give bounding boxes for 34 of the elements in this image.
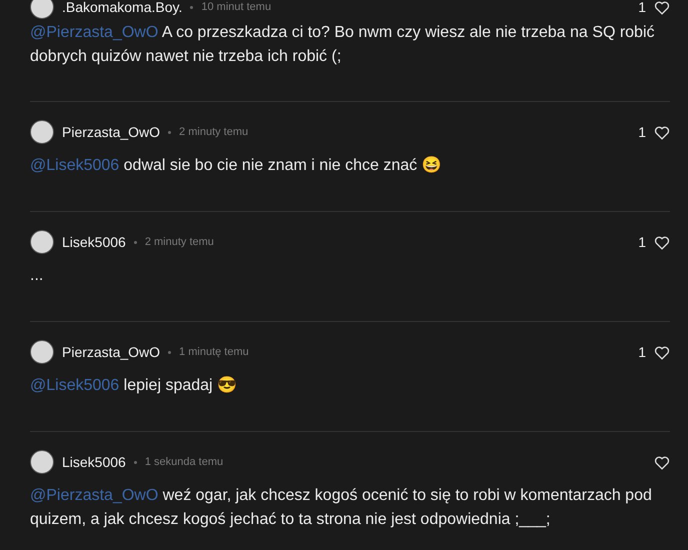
comment-text: @Pierzasta_OwO A co przeszkadza ci to? Bo nwm czy wiesz ale nie trzeba na SQ robić dobrych quizów nawet nie trzeba ich robić (; (30, 23, 656, 67)
author-name[interactable]: Pierzasta_OwO (62, 344, 160, 360)
heart-icon[interactable] (654, 454, 670, 470)
comment-time: 1 minutę temu (179, 346, 249, 358)
like-count: 1 (638, 344, 646, 360)
comment-text: ... (30, 266, 44, 286)
avatar[interactable] (30, 230, 54, 254)
heart-icon[interactable] (654, 0, 670, 14)
comment-text: @Lisek5006 lepiej spadaj 😎 (30, 375, 238, 396)
avatar[interactable] (30, 0, 54, 19)
like-count: 1 (638, 124, 646, 140)
avatar[interactable] (30, 450, 54, 474)
author-name[interactable]: Lisek5006 (62, 234, 126, 250)
comment-time: 1 sekunda temu (144, 456, 224, 468)
comment-text: @Lisek5006 odwal sie bo cie nie znam i nie chce znać 😆 (30, 155, 443, 176)
like-count: 1 (638, 234, 646, 250)
comment-time: 2 minuty temu (179, 126, 248, 138)
comment-time: 10 minut temu (201, 1, 272, 13)
avatar[interactable] (30, 340, 54, 364)
author-name[interactable]: Pierzasta_OwO (62, 124, 160, 140)
separator-dot (134, 240, 137, 244)
separator-dot (168, 130, 172, 134)
comment-text: @Pierzasta_OwO weź ogar, jak chcesz kogoś ocenić to się to robi w komentarzach pod quizem, a jak chcesz kogoś jechać to ta strona nie jest odpowiednia ;___; (30, 486, 653, 530)
separator-dot (168, 350, 172, 354)
separator-dot (190, 6, 194, 8)
avatar[interactable] (30, 120, 54, 144)
comment-time: 2 minuty temu (144, 236, 214, 248)
author-name[interactable]: .Bakomakoma.Boy. (62, 0, 182, 15)
author-name[interactable]: Lisek5006 (62, 454, 126, 470)
separator-dot (134, 460, 137, 464)
like-count: 1 (638, 0, 646, 15)
heart-icon[interactable] (654, 234, 670, 250)
heart-icon[interactable] (654, 344, 670, 360)
heart-icon[interactable] (654, 124, 670, 140)
